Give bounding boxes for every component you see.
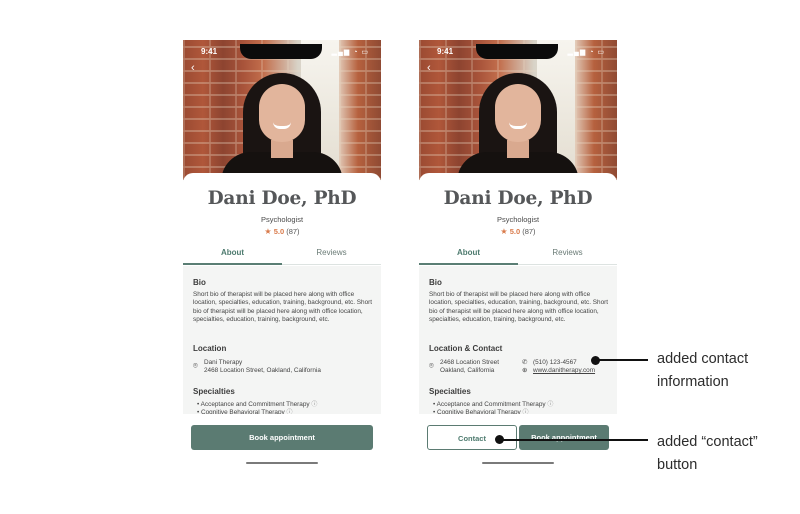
phone-screen-original: 9:41 ▂▄▆ ◔ ▭ ‹ Dani Doe, PhD Psychologis… xyxy=(183,40,381,468)
location-heading: Location xyxy=(193,344,227,353)
phone-icon: ✆ xyxy=(522,359,528,366)
bio-heading: Bio xyxy=(193,278,206,287)
status-time: 9:41 xyxy=(437,47,454,56)
back-arrow-icon[interactable]: ‹ xyxy=(427,62,431,74)
globe-icon: ⊕ xyxy=(522,367,528,374)
location-pin-icon: ⌾ xyxy=(429,361,434,370)
bottom-action-bar: Contact Book appointment xyxy=(419,414,617,468)
tab-about[interactable]: About xyxy=(419,244,518,265)
callout-contact-button: added “contact” button xyxy=(657,434,758,473)
status-bar: 9:41 ▂▄▆ ◔ ▭ xyxy=(183,44,381,60)
info-icon[interactable]: ⓘ xyxy=(547,402,553,408)
therapist-role: Psychologist xyxy=(496,215,540,224)
city: Oakland, California xyxy=(440,367,495,374)
profile-tabs: About Reviews xyxy=(419,244,617,265)
star-icon: ★ xyxy=(264,227,272,236)
phone-number[interactable]: (510) 123-4567 xyxy=(533,359,577,367)
signal-wifi-battery-icon: ▂▄▆ ◔ ▭ xyxy=(331,49,369,56)
bio-text: Short bio of therapist will be placed he… xyxy=(429,291,609,324)
home-indicator xyxy=(482,462,554,464)
bottom-action-bar: Book appointment xyxy=(183,414,381,468)
tab-about[interactable]: About xyxy=(183,244,282,265)
location-contact-heading: Location & Contact xyxy=(429,344,503,353)
specialties-heading: Specialties xyxy=(429,387,471,396)
profile-card: Dani Doe, PhD Psychologist ★ 5.0 (87) Ab… xyxy=(183,173,381,468)
device-notch xyxy=(240,44,322,59)
bio-text: Short bio of therapist will be placed he… xyxy=(193,291,373,324)
callout-contact-info: added contact information xyxy=(657,351,749,390)
rating: ★ 5.0 (87) xyxy=(419,227,617,236)
practice-name: Dani Therapy xyxy=(204,359,243,366)
info-icon[interactable]: ⓘ xyxy=(311,402,317,408)
about-content: Bio Short bio of therapist will be place… xyxy=(419,266,617,416)
rating-score: 5.0 xyxy=(273,227,285,236)
status-time: 9:41 xyxy=(201,47,218,56)
back-arrow-icon[interactable]: ‹ xyxy=(191,62,195,74)
callout-line xyxy=(502,439,648,441)
therapist-photo xyxy=(183,40,381,180)
book-appointment-button[interactable]: Book appointment xyxy=(191,425,373,450)
therapist-photo xyxy=(419,40,617,180)
therapist-name: Dani Doe, PhD xyxy=(207,188,357,209)
phone-screen-revised: 9:41 ▂▄▆ ◔ ▭ ‹ Dani Doe, PhD Psychologis… xyxy=(419,40,617,468)
book-appointment-button[interactable]: Book appointment xyxy=(519,425,609,450)
home-indicator xyxy=(246,462,318,464)
profile-card: Dani Doe, PhD Psychologist ★ 5.0 (87) Ab… xyxy=(419,173,617,468)
rating-count: (87) xyxy=(522,227,536,236)
specialties-heading: Specialties xyxy=(193,387,235,396)
signal-wifi-battery-icon: ▂▄▆ ◔ ▭ xyxy=(567,49,605,56)
tab-reviews[interactable]: Reviews xyxy=(518,244,617,265)
status-bar: 9:41 ▂▄▆ ◔ ▭ xyxy=(419,44,617,60)
location-pin-icon: ⌾ xyxy=(193,361,198,370)
tab-reviews[interactable]: Reviews xyxy=(282,244,381,265)
device-notch xyxy=(476,44,558,59)
about-content: Bio Short bio of therapist will be place… xyxy=(183,266,381,416)
street-address: 2468 Location Street xyxy=(440,359,499,366)
bio-heading: Bio xyxy=(429,278,442,287)
rating-score: 5.0 xyxy=(509,227,521,236)
profile-tabs: About Reviews xyxy=(183,244,381,265)
practice-address: 2468 Location Street, Oakland, Californi… xyxy=(204,367,321,374)
specialty-item: • Acceptance and Commitment Therapy ⓘ xyxy=(197,401,318,408)
rating: ★ 5.0 (87) xyxy=(183,227,381,236)
therapist-name: Dani Doe, PhD xyxy=(443,188,593,209)
rating-count: (87) xyxy=(286,227,300,236)
callout-line xyxy=(598,359,648,361)
specialty-item: • Acceptance and Commitment Therapy ⓘ xyxy=(433,401,554,408)
star-icon: ★ xyxy=(500,227,508,236)
website-link[interactable]: www.danitherapy.com xyxy=(533,367,595,375)
therapist-role: Psychologist xyxy=(260,215,304,224)
